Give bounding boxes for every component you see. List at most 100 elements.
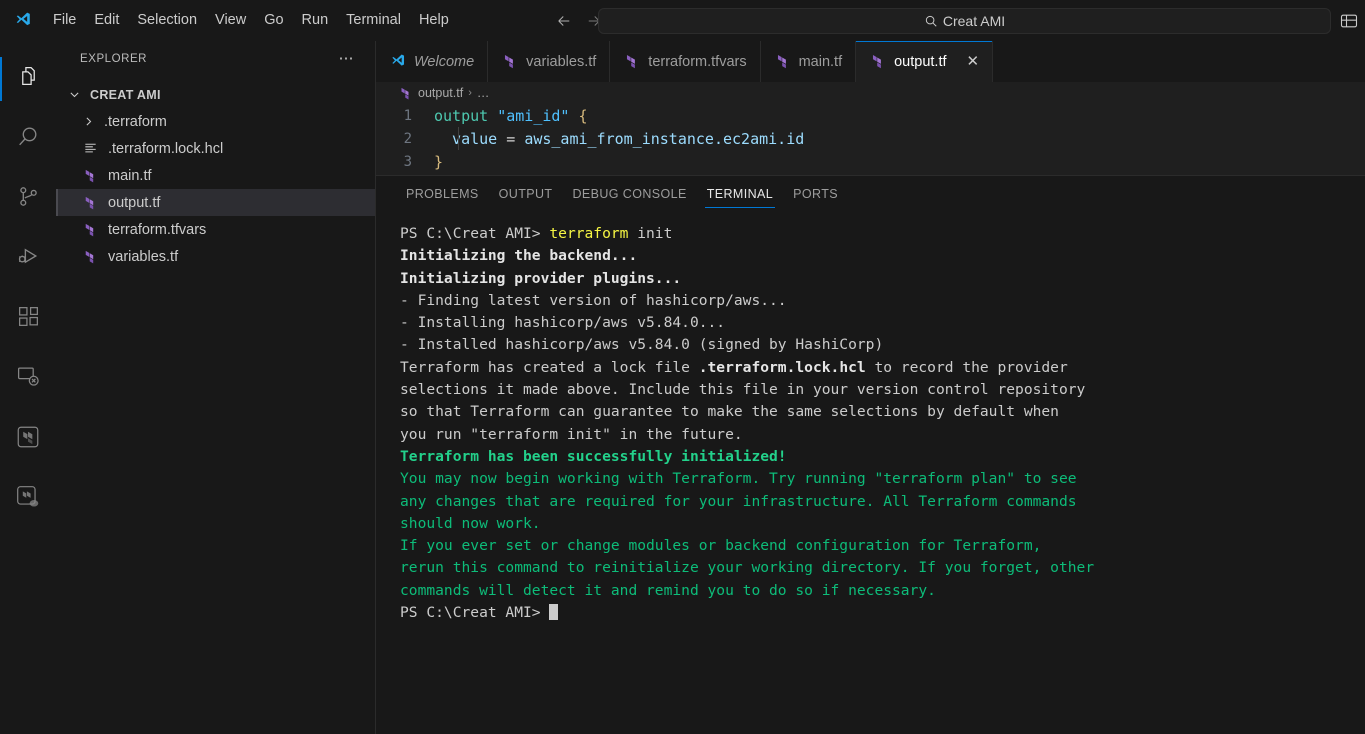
tab-welcome[interactable]: Welcome (376, 41, 489, 82)
terminal-text: so that Terraform can guarantee to make … (400, 403, 1059, 421)
sidebar-header: EXPLORER ⋯ (56, 41, 375, 76)
terminal-text: you run "terraform init" in the future. (400, 425, 743, 443)
menu-terminal[interactable]: Terminal (337, 9, 410, 32)
close-icon[interactable]: ✕ (967, 54, 980, 69)
tree-item-terraform-lock-hcl[interactable]: .terraform.lock.hcl (56, 135, 375, 162)
terraform-file-icon (398, 86, 413, 101)
activity-item-remote-explorer[interactable] (0, 349, 56, 409)
terminal-line: - Finding latest version of hashicorp/aw… (400, 290, 1365, 312)
terraform-file-icon (78, 222, 102, 238)
breadcrumb-separator: › (468, 87, 472, 99)
terraform-icon (15, 424, 41, 455)
code-token: aws_ami_from_instance.ec2ami.id (524, 129, 805, 148)
command-center[interactable]: Creat AMI (598, 8, 1331, 34)
tree-root-label: CREAT AMI (90, 87, 161, 102)
customize-layout-icon[interactable] (1339, 0, 1359, 41)
line-number: 3 (403, 153, 412, 170)
editor-tab-bar: Welcome variables.tf terraform.tfvars ma… (376, 41, 1365, 82)
indent-guide (458, 127, 459, 150)
terminal-line: - Installing hashicorp/aws v5.84.0... (400, 312, 1365, 334)
terraform-cloud-icon (15, 484, 41, 515)
terminal-text: Terraform has created a lock file (400, 358, 699, 376)
menu-go[interactable]: Go (255, 9, 292, 32)
tree-item-dot-terraform[interactable]: .terraform (56, 108, 375, 135)
terraform-file-icon (78, 168, 102, 184)
tab-variables-tf[interactable]: variables.tf (488, 41, 611, 82)
tree-item-label: .terraform (104, 113, 167, 130)
tree-item-variables-tf[interactable]: variables.tf (56, 243, 375, 270)
terminal-cursor (549, 604, 559, 621)
breadcrumb-file[interactable]: output.tf (418, 86, 463, 100)
vscode-logo-icon (0, 11, 44, 30)
code-line: 1 output "ami_id" { (376, 104, 1365, 127)
terminal-line: should now work. (400, 513, 1365, 535)
code-token: "ami_id" (497, 106, 570, 125)
tree-item-main-tf[interactable]: main.tf (56, 162, 375, 189)
more-actions-icon[interactable]: ⋯ (339, 51, 356, 66)
terminal-text: should now work. (400, 514, 541, 532)
activity-item-explorer[interactable] (0, 49, 56, 109)
activity-item-terraform-cloud[interactable] (0, 469, 56, 529)
terminal-line: so that Terraform can guarantee to make … (400, 401, 1365, 423)
terminal-text: - Installing hashicorp/aws v5.84.0... (400, 314, 726, 332)
panel-tab-terminal[interactable]: TERMINAL (697, 176, 783, 211)
terminal-line: Terraform has created a lock file .terra… (400, 357, 1365, 379)
code-editor[interactable]: 1 output "ami_id" { 2 value = aws_ami_fr… (376, 104, 1365, 175)
terraform-file-icon (501, 53, 518, 70)
terminal-text: You may now begin working with Terraform… (400, 470, 1077, 488)
arrow-left-icon[interactable] (554, 11, 574, 31)
tree-item-label: main.tf (108, 167, 152, 184)
run-debug-icon (16, 244, 41, 274)
line-number: 2 (403, 130, 412, 147)
terminal-text: PS C:\Creat AMI> (400, 604, 550, 622)
activity-item-search[interactable] (0, 109, 56, 169)
terminal-line: any changes that are required for your i… (400, 491, 1365, 513)
tab-terraform-tfvars[interactable]: terraform.tfvars (610, 41, 761, 82)
menu-selection[interactable]: Selection (128, 9, 206, 32)
panel-tab-output[interactable]: OUTPUT (489, 176, 563, 211)
terminal-line: Initializing the backend... (400, 245, 1365, 267)
tab-label: output.tf (894, 53, 947, 70)
panel-tab-problems[interactable]: PROBLEMS (396, 176, 489, 211)
terminal-text: PS C:\Creat AMI> (400, 225, 550, 242)
navigation-arrows (554, 11, 604, 31)
tab-main-tf[interactable]: main.tf (760, 41, 857, 82)
terminal-text: rerun this command to reinitialize your … (400, 559, 1095, 577)
code-token: = (506, 129, 525, 148)
menu-file[interactable]: File (44, 9, 85, 32)
terminal-text: Initializing provider plugins... (400, 269, 682, 287)
terminal-text: to record the provider (865, 358, 1068, 376)
extensions-icon (16, 304, 41, 334)
tree-item-output-tf[interactable]: output.tf (56, 189, 375, 216)
code-token: { (578, 106, 588, 125)
breadcrumb-symbol[interactable]: … (477, 86, 490, 100)
terminal-output[interactable]: PS C:\Creat AMI> terraform init Initializ… (376, 211, 1365, 734)
tree-item-label: variables.tf (108, 248, 179, 265)
menu-run[interactable]: Run (293, 9, 338, 32)
activity-item-source-control[interactable] (0, 169, 56, 229)
terminal-text: Initializing the backend... (400, 247, 638, 265)
tab-output-tf[interactable]: output.tf ✕ (856, 41, 994, 82)
tree-item-label: output.tf (108, 194, 161, 211)
panel-tab-debug-console[interactable]: DEBUG CONSOLE (562, 176, 696, 211)
menu-help[interactable]: Help (410, 9, 458, 32)
explorer-sidebar: EXPLORER ⋯ CREAT AMI .terraform .terrafo… (56, 41, 376, 734)
activity-item-terraform[interactable] (0, 409, 56, 469)
tab-label: variables.tf (526, 53, 597, 70)
terminal-line: PS C:\Creat AMI> (400, 602, 1365, 624)
code-text: } (434, 153, 443, 171)
terminal-line: Initializing provider plugins... (400, 268, 1365, 290)
activity-item-extensions[interactable] (0, 289, 56, 349)
line-number: 1 (403, 107, 412, 124)
menu-edit[interactable]: Edit (85, 9, 128, 32)
activity-item-run-and-debug[interactable] (0, 229, 56, 289)
tree-root-creat-ami[interactable]: CREAT AMI (56, 81, 375, 108)
bottom-panel: PROBLEMS OUTPUT DEBUG CONSOLE TERMINAL P… (376, 175, 1365, 734)
menu-view[interactable]: View (206, 9, 255, 32)
panel-tab-ports[interactable]: PORTS (783, 176, 848, 211)
tab-label: main.tf (798, 53, 843, 70)
tree-item-label: .terraform.lock.hcl (108, 140, 224, 157)
tree-item-terraform-tfvars[interactable]: terraform.tfvars (56, 216, 375, 243)
